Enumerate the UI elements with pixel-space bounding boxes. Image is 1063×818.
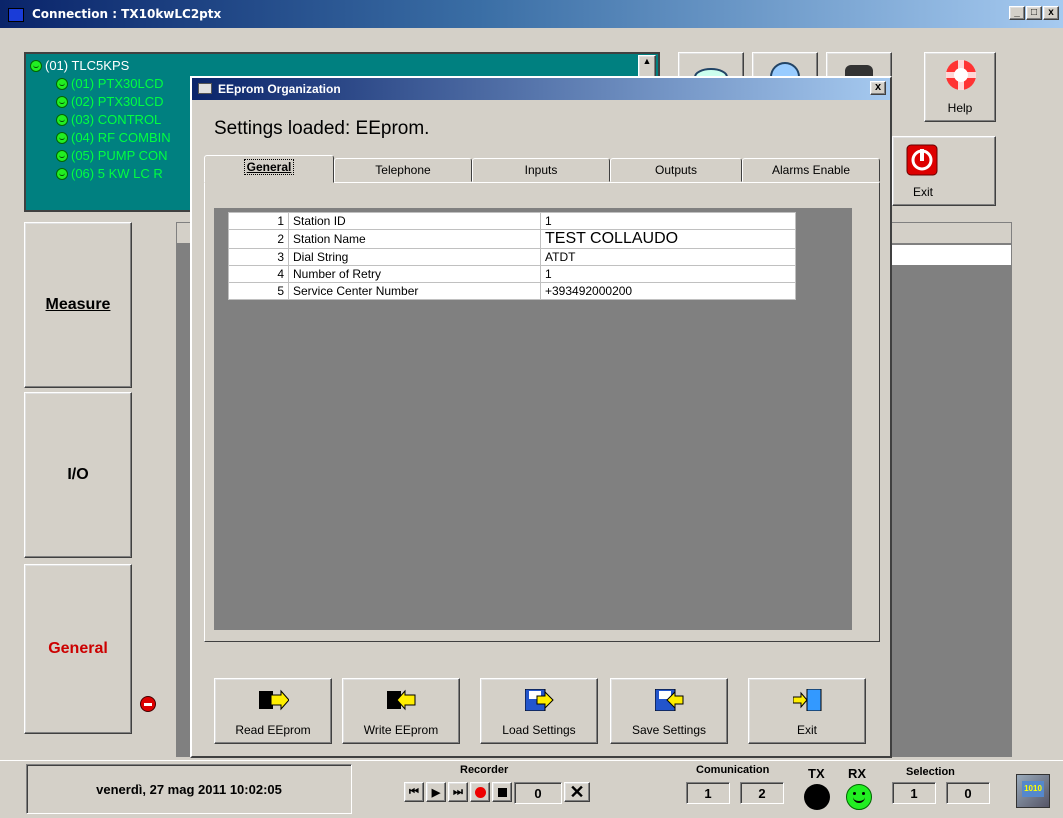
dialog-title: EEprom Organization xyxy=(218,82,341,96)
tree-item[interactable]: (02) PTX30LCD xyxy=(56,94,163,109)
comunication-label: Comunication xyxy=(696,764,770,776)
tab-alarms-enable[interactable]: Alarms Enable xyxy=(742,158,880,182)
dialog-close-button[interactable]: x xyxy=(870,81,886,95)
save-disk-icon xyxy=(655,689,684,711)
record-icon[interactable] xyxy=(470,782,490,802)
tree-item[interactable]: (06) 5 KW LC R xyxy=(56,166,163,181)
table-row[interactable]: 5 Service Center Number +393492000200 xyxy=(228,282,796,300)
tab-telephone[interactable]: Telephone xyxy=(334,158,472,182)
recorder-count: 0 xyxy=(514,782,562,804)
table-row[interactable]: 4 Number of Retry 1 xyxy=(228,265,796,283)
window-title: Connection : TX10kwLC2ptx xyxy=(32,7,222,21)
load-settings-button[interactable]: Load Settings xyxy=(480,678,598,744)
write-eeprom-button[interactable]: Write EEprom xyxy=(342,678,460,744)
save-settings-button[interactable]: Save Settings xyxy=(610,678,728,744)
help-label: Help xyxy=(947,101,973,115)
chip-arrow-right-icon xyxy=(259,689,289,711)
clear-x-icon[interactable]: ✕ xyxy=(564,782,590,802)
status-ok-icon xyxy=(56,131,68,144)
nav-measure-button[interactable]: Measure xyxy=(24,222,132,388)
nav-io-button[interactable]: I/O xyxy=(24,392,132,558)
rx-smiley-icon xyxy=(846,784,872,810)
tree-item[interactable]: (01) PTX30LCD xyxy=(56,76,163,91)
rewind-icon[interactable]: ⏮ xyxy=(404,782,424,802)
rx-label: RX xyxy=(848,766,867,781)
load-disk-icon xyxy=(525,689,554,711)
table-row[interactable]: 2 Station Name TEST COLLAUDO xyxy=(228,229,796,249)
skip-forward-icon[interactable]: ⏭ xyxy=(448,782,468,802)
scroll-up-arrow-icon[interactable]: ▲ xyxy=(639,56,655,66)
read-eeprom-label: Read EEprom xyxy=(235,723,311,737)
dialog-titlebar: EEprom Organization x xyxy=(192,78,890,100)
tree-item-label: (05) PUMP CON xyxy=(71,148,168,163)
selection-label: Selection xyxy=(906,766,955,778)
lifebuoy-icon xyxy=(946,60,976,90)
computer-data-icon[interactable]: 1010 xyxy=(1016,774,1050,808)
tree-item-label: (03) CONTROL xyxy=(71,112,162,127)
stop-icon[interactable] xyxy=(492,782,512,802)
tree-root-label: (01) TLC5KPS xyxy=(45,58,130,73)
selection-value-2: 0 xyxy=(946,782,990,804)
help-button[interactable]: Help xyxy=(924,52,996,122)
status-ok-icon xyxy=(56,113,68,126)
write-eeprom-label: Write EEprom xyxy=(363,723,439,737)
tree-item-label: (06) 5 KW LC R xyxy=(71,166,163,181)
tree-item-label: (04) RF COMBIN xyxy=(71,130,171,145)
status-ok-icon xyxy=(56,167,68,180)
app-icon xyxy=(8,8,24,22)
background-panel-cell xyxy=(888,244,1012,266)
recorder-controls: ⏮ ▶ ⏭ 0 ✕ xyxy=(404,782,590,804)
tab-outputs[interactable]: Outputs xyxy=(610,158,742,182)
tree-item[interactable]: (04) RF COMBIN xyxy=(56,130,171,145)
selection-value-1: 1 xyxy=(892,782,936,804)
settings-loaded-text: Settings loaded: EEprom. xyxy=(214,118,430,139)
tx-indicator-icon xyxy=(804,784,830,810)
save-settings-label: Save Settings xyxy=(631,723,707,737)
status-ok-icon xyxy=(30,59,42,72)
door-exit-icon xyxy=(793,689,822,711)
dialog-exit-label: Exit xyxy=(796,723,817,737)
read-eeprom-button[interactable]: Read EEprom xyxy=(214,678,332,744)
dialog-exit-button[interactable]: Exit xyxy=(748,678,866,744)
tab-strip: General Telephone Inputs Outputs Alarms … xyxy=(204,155,884,183)
table-row[interactable]: 1 Station ID 1 xyxy=(228,212,796,230)
maximize-button[interactable]: □ xyxy=(1026,6,1042,20)
power-icon xyxy=(906,144,938,176)
table-row[interactable]: 3 Dial String ATDT xyxy=(228,248,796,266)
nav-io-label: I/O xyxy=(67,466,89,483)
minimize-button[interactable]: _ xyxy=(1009,6,1025,20)
status-ok-icon xyxy=(56,95,68,108)
eeprom-dialog: EEprom Organization x Settings loaded: E… xyxy=(190,76,892,758)
tree-item[interactable]: (03) CONTROL xyxy=(56,112,161,127)
tab-general[interactable]: General xyxy=(204,155,334,183)
tx-label: TX xyxy=(808,766,825,781)
nav-general-label: General xyxy=(48,640,108,657)
status-ok-icon xyxy=(56,149,68,162)
play-icon[interactable]: ▶ xyxy=(426,782,446,802)
com-value-2: 2 xyxy=(740,782,784,804)
exit-label: Exit xyxy=(913,185,934,199)
chip-arrow-left-icon xyxy=(387,689,416,711)
window-controls: _ □ x xyxy=(1009,6,1059,20)
tree-root[interactable]: (01) TLC5KPS xyxy=(30,58,129,73)
exit-app-button[interactable]: Exit xyxy=(892,136,996,206)
datetime-display: venerdì, 27 mag 2011 10:02:05 xyxy=(26,764,352,814)
datetime-text: venerdì, 27 mag 2011 10:02:05 xyxy=(96,781,282,797)
tree-item[interactable]: (05) PUMP CON xyxy=(56,148,168,163)
tree-item-label: (01) PTX30LCD xyxy=(71,76,164,91)
close-button[interactable]: x xyxy=(1043,6,1059,20)
status-ok-icon xyxy=(56,77,68,90)
main-titlebar: Connection : TX10kwLC2ptx _ □ x xyxy=(0,0,1063,28)
no-entry-icon xyxy=(140,696,156,712)
tree-item-label: (02) PTX30LCD xyxy=(71,94,164,109)
settings-table: 1 Station ID 1 2 Station Name TEST COLLAUDO … xyxy=(228,212,796,300)
dialog-app-icon xyxy=(198,83,212,94)
tab-inputs[interactable]: Inputs xyxy=(472,158,610,182)
load-settings-label: Load Settings xyxy=(502,723,576,737)
nav-measure-label: Measure xyxy=(45,296,111,313)
recorder-label: Recorder xyxy=(460,764,509,776)
nav-general-button[interactable]: General xyxy=(24,564,132,734)
com-value-1: 1 xyxy=(686,782,730,804)
